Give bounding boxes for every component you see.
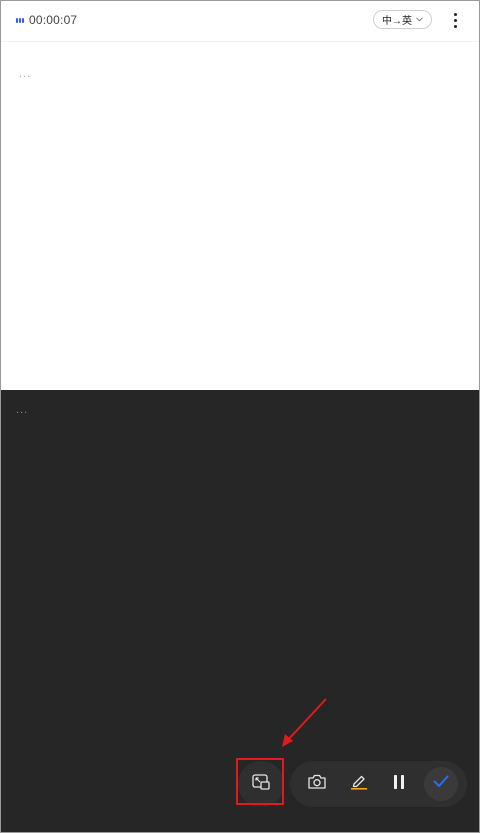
language-pair-selector[interactable]: 中→英 — [373, 10, 432, 29]
check-icon — [433, 775, 449, 793]
recording-timer: 00:00:07 — [29, 13, 78, 27]
chevron-down-icon — [416, 15, 423, 24]
source-transcript-pane: ... — [1, 42, 479, 390]
pause-icon — [393, 774, 405, 795]
recording-indicator-icon — [16, 18, 25, 24]
floating-window-button[interactable] — [238, 761, 284, 807]
app-window: 00:00:07 中→英 ... ... — [0, 0, 480, 833]
confirm-button[interactable] — [424, 767, 458, 801]
top-bar: 00:00:07 中→英 — [1, 1, 479, 42]
camera-button[interactable] — [300, 761, 334, 807]
more-options-icon[interactable] — [447, 9, 463, 31]
source-transcript-placeholder: ... — [19, 68, 32, 80]
highlighter-icon — [350, 773, 368, 795]
translation-placeholder: ... — [16, 404, 29, 416]
pause-button[interactable] — [382, 761, 416, 807]
recording-toolbar — [290, 761, 467, 807]
highlight-button[interactable] — [342, 761, 376, 807]
language-pair-label: 中→英 — [382, 16, 412, 27]
camera-icon — [308, 774, 326, 794]
picture-in-picture-icon — [252, 773, 270, 795]
annotation-arrow-icon — [282, 698, 327, 747]
